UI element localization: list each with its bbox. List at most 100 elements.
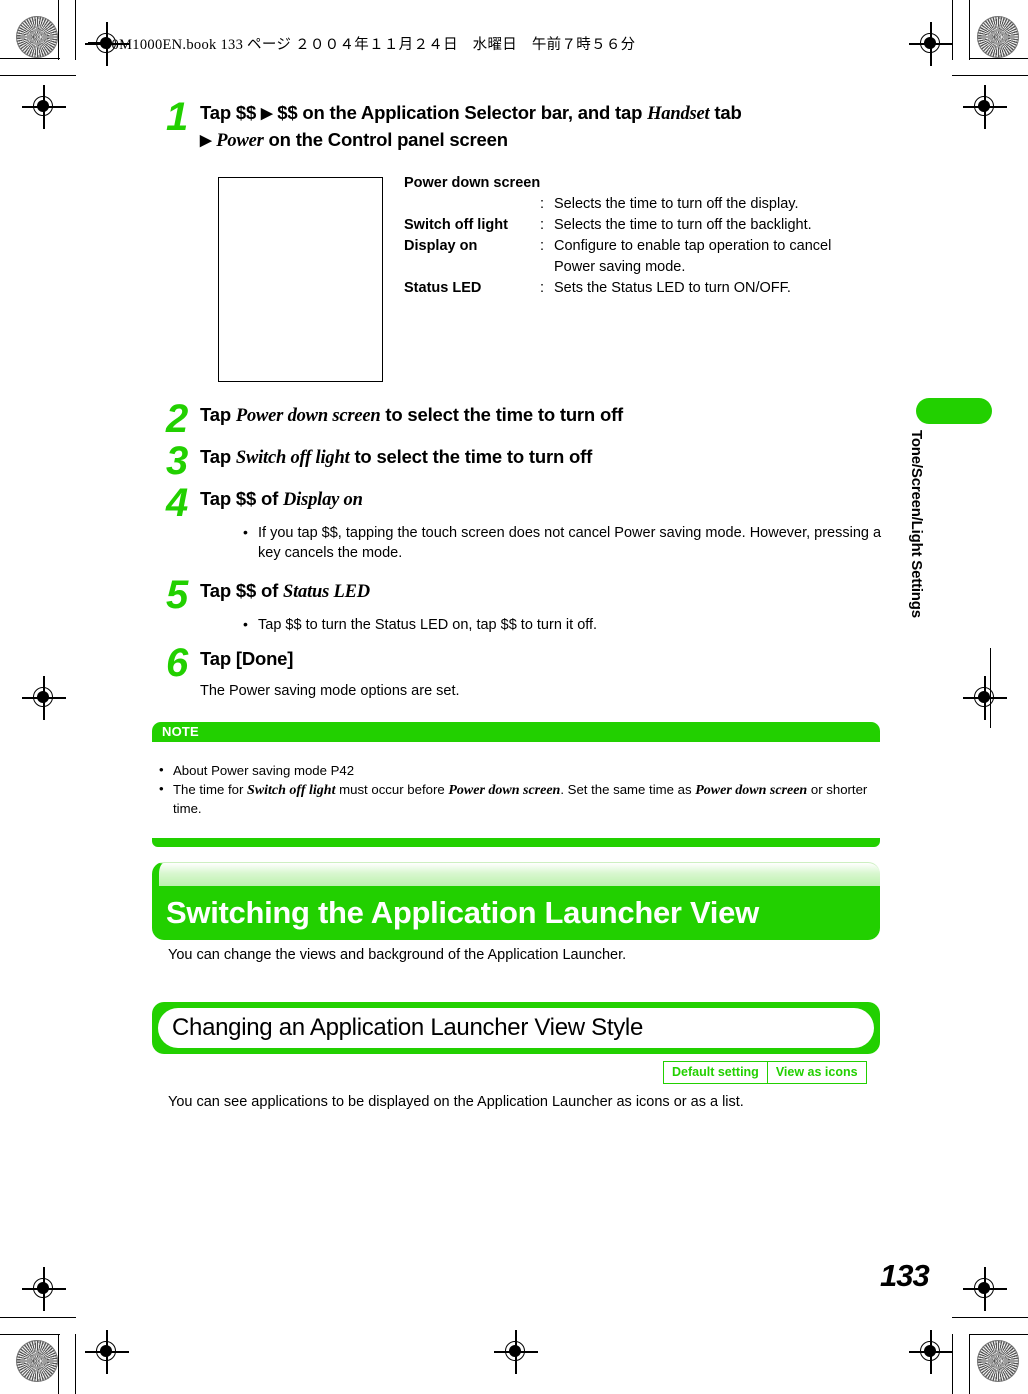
step-text: Tap	[200, 446, 236, 467]
trim-line	[58, 0, 60, 60]
step-6: 6 Tap [Done] The Power saving mode optio…	[166, 641, 882, 701]
table-row: Default setting View as icons	[663, 1061, 867, 1084]
defs-desc-line1: Configure to enable tap operation to can…	[554, 238, 832, 254]
section-intro-text: You can change the views and background …	[168, 947, 627, 963]
chapter-tab-marker	[916, 398, 992, 424]
step-number: 1	[166, 95, 188, 139]
bullet-item: If you tap $$, tapping the touch screen …	[240, 522, 882, 563]
defs-desc-line2: Power saving mode.	[554, 259, 686, 275]
defs-desc: Configure to enable tap operation to can…	[554, 236, 831, 278]
step-text: Tap	[200, 404, 236, 425]
defs-desc: Selects the time to turn off the display…	[554, 196, 799, 212]
note-item: About Power saving mode P42	[156, 761, 876, 781]
defs-heading: Power down screen	[404, 175, 541, 191]
color-target-top-right	[977, 16, 1019, 58]
subsection-header-inner: Changing an Application Launcher View St…	[158, 1008, 874, 1048]
note-emphasis: Switch off light	[247, 782, 336, 798]
step-number: 3	[166, 439, 188, 483]
defs-term: Status LED	[404, 280, 482, 296]
step-title: Tap $$ ▶ $$ on the Application Selector …	[200, 100, 882, 127]
subsection-intro-text: You can see applications to be displayed…	[168, 1094, 744, 1110]
note-item-text: . Set the same time as	[560, 781, 696, 797]
registration-mark-lower-left	[22, 1267, 66, 1311]
registration-mark-lower-right	[963, 1267, 1007, 1311]
trim-line	[969, 1334, 971, 1394]
step-title: Tap $$ of Status LED	[200, 578, 882, 605]
step-1: 1 Tap $$ ▶ $$ on the Application Selecto…	[166, 95, 882, 154]
color-target-top-left	[16, 16, 58, 58]
note-item-text: must occur before	[335, 781, 449, 797]
step-text: tab	[709, 102, 742, 123]
device-screenshot-placeholder	[218, 177, 383, 382]
step-bullets: If you tap $$, tapping the touch screen …	[200, 522, 882, 563]
step-body: Tap $$ of Display on If you tap $$, tapp…	[200, 486, 882, 578]
registration-mark-upper-right	[963, 85, 1007, 129]
step-text: Tap $$ of	[200, 488, 283, 509]
step-text: Tap [Done]	[200, 648, 294, 669]
note-items: About Power saving mode P42 The time for…	[152, 755, 880, 825]
trim-line	[952, 1334, 954, 1394]
header-rule	[88, 42, 102, 44]
step-text: $$ on the Application Selector bar, and …	[272, 102, 648, 123]
step-text: on the Control panel screen	[263, 129, 508, 150]
color-target-bottom-left	[16, 1340, 58, 1382]
defs-term: Display on	[404, 238, 478, 254]
registration-mark-bottom-right	[909, 1330, 953, 1374]
defs-row: Status LED : Sets the Status LED to turn…	[404, 278, 831, 299]
step-title: Tap Switch off light to select the time …	[200, 444, 882, 471]
defs-desc: Selects the time to turn off the backlig…	[554, 217, 812, 233]
step-2: 2 Tap Power down screen to select the ti…	[166, 397, 882, 441]
trim-line	[969, 58, 1028, 60]
note-label: NOTE	[152, 722, 880, 742]
defs-term: Switch off light	[404, 217, 508, 233]
registration-mark-right-middle	[963, 676, 1007, 720]
step-bullets: Tap $$ to turn the Status LED on, tap $$…	[200, 614, 882, 635]
step-emphasis: Power down screen	[235, 406, 381, 426]
print-job-header: 00M1000EN.book 133 ページ ２００４年１１月２４日 水曜日 午…	[88, 33, 635, 54]
defs-row: Switch off light : Selects the time to t…	[404, 215, 831, 236]
default-setting-label: Default setting	[663, 1061, 768, 1084]
trim-line	[58, 1334, 60, 1394]
trim-line	[952, 0, 954, 60]
defs-colon: :	[540, 196, 545, 212]
step-text: to select the time to turn off	[380, 404, 623, 425]
arrow-right-icon: ▶	[200, 132, 212, 149]
trim-line	[0, 1334, 60, 1336]
note-emphasis: Power down screen	[448, 782, 561, 798]
registration-mark-bottom-left	[85, 1330, 129, 1374]
trim-line	[969, 1334, 1028, 1336]
step-title: Tap Power down screen to select the time…	[200, 402, 882, 429]
trim-line	[952, 75, 1028, 77]
defs-desc: Sets the Status LED to turn ON/OFF.	[554, 280, 791, 296]
defs-table: : Selects the time to turn off the displ…	[404, 194, 831, 299]
step-result-text: The Power saving mode options are set.	[200, 683, 460, 699]
trim-line	[0, 1317, 76, 1319]
color-target-bottom-right	[977, 1340, 1019, 1382]
step-5: 5 Tap $$ of Status LED Tap $$ to turn th…	[166, 573, 882, 650]
step-number: 6	[166, 641, 188, 685]
section-header-cap	[152, 862, 880, 886]
step-number: 5	[166, 573, 188, 617]
note-item-text: About Power saving mode P42	[173, 763, 355, 779]
step-number: 4	[166, 481, 188, 525]
step-title: Tap $$ of Display on	[200, 486, 882, 513]
note-item: The time for Switch off light must occur…	[156, 780, 876, 819]
step-text: Tap $$	[200, 102, 261, 123]
default-setting-table: Default setting View as icons	[663, 1061, 867, 1084]
trim-line	[75, 1334, 77, 1394]
bullet-item: Tap $$ to turn the Status LED on, tap $$…	[240, 614, 882, 635]
defs-row: Display on : Configure to enable tap ope…	[404, 236, 831, 278]
step-text: Tap $$ of	[200, 580, 283, 601]
step-4: 4 Tap $$ of Display on If you tap $$, ta…	[166, 481, 882, 578]
settings-description-list: Power down screen : Selects the time to …	[404, 173, 831, 299]
registration-mark-bottom-center	[494, 1330, 538, 1374]
section-header-title: Switching the Application Launcher View	[152, 886, 880, 940]
step-title-line2: ▶ Power on the Control panel screen	[200, 127, 882, 154]
note-emphasis: Power down screen	[695, 782, 808, 798]
step-number: 2	[166, 397, 188, 441]
trim-line	[75, 0, 77, 60]
default-setting-value: View as icons	[766, 1061, 867, 1084]
step-3: 3 Tap Switch off light to select the tim…	[166, 439, 882, 483]
trim-line	[0, 58, 60, 60]
registration-mark-top-right	[909, 22, 953, 66]
